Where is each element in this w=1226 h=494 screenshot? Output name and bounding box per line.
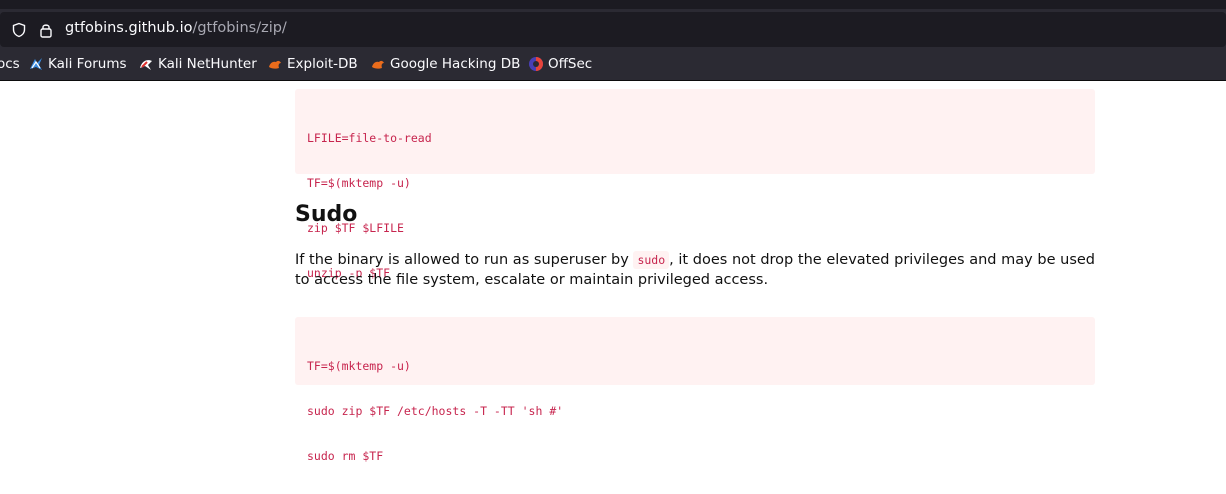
inline-code-sudo: sudo [633, 251, 670, 269]
bookmark-docs[interactable]: ocs [0, 56, 20, 72]
window-top-strip [0, 0, 1226, 9]
bookmark-label: ocs [0, 56, 20, 72]
bookmark-kali-forums[interactable]: Kali Forums [28, 56, 127, 72]
code-line: LFILE=file-to-read [307, 131, 432, 145]
bookmark-label: OffSec [548, 56, 593, 72]
exploit-db-icon [269, 60, 281, 69]
bookmark-exploit-db[interactable]: Exploit-DB [267, 56, 358, 72]
page-content: LFILE=file-to-read TF=$(mktemp -u) zip $… [0, 81, 1226, 463]
address-bar-container: gtfobins.github.io/gtfobins/zip/ [0, 9, 1226, 49]
bookmark-kali-nethunter[interactable]: Kali NetHunter [138, 56, 257, 72]
section-heading-sudo: Sudo [295, 202, 358, 227]
code-line: TF=$(mktemp -u) [307, 359, 411, 373]
code-line: sudo rm $TF [307, 449, 384, 463]
sudo-description-text: If the binary is allowed to run as super… [295, 252, 634, 268]
bookmarks-toolbar: ocs Kali Forums Kali NetHunter Exploit-D… [0, 49, 1226, 81]
code-block-sudo: TF=$(mktemp -u) sudo zip $TF /etc/hosts … [295, 317, 1095, 463]
bookmark-label: Kali NetHunter [158, 56, 257, 72]
code-line: sudo zip $TF /etc/hosts -T -TT 'sh #' [307, 404, 564, 418]
sudo-description: If the binary is allowed to run as super… [295, 251, 1095, 290]
offsec-icon [529, 57, 543, 71]
code-block-file-read: LFILE=file-to-read TF=$(mktemp -u) zip $… [295, 89, 1095, 280]
kali-dragon-icon [30, 58, 42, 70]
bookmark-google-hacking-db[interactable]: Google Hacking DB [370, 56, 520, 72]
address-bar[interactable]: gtfobins.github.io/gtfobins/zip/ [0, 12, 1226, 47]
bookmark-offsec[interactable]: OffSec [528, 56, 592, 72]
bookmark-label: Kali Forums [48, 56, 127, 72]
bookmark-label: Exploit-DB [287, 56, 358, 72]
exploit-db-icon [372, 60, 384, 69]
code-line: TF=$(mktemp -u) [307, 176, 411, 190]
url-host: gtfobins.github.io [65, 20, 193, 36]
lock-icon[interactable] [39, 22, 53, 38]
code-line: zip $TF $LFILE [307, 221, 404, 235]
url-text[interactable]: gtfobins.github.io/gtfobins/zip/ [65, 20, 287, 36]
bookmark-label: Google Hacking DB [390, 56, 521, 72]
kali-nethunter-icon [140, 60, 152, 70]
tracking-protection-shield-icon[interactable] [11, 22, 27, 38]
url-path: /gtfobins/zip/ [192, 20, 287, 36]
